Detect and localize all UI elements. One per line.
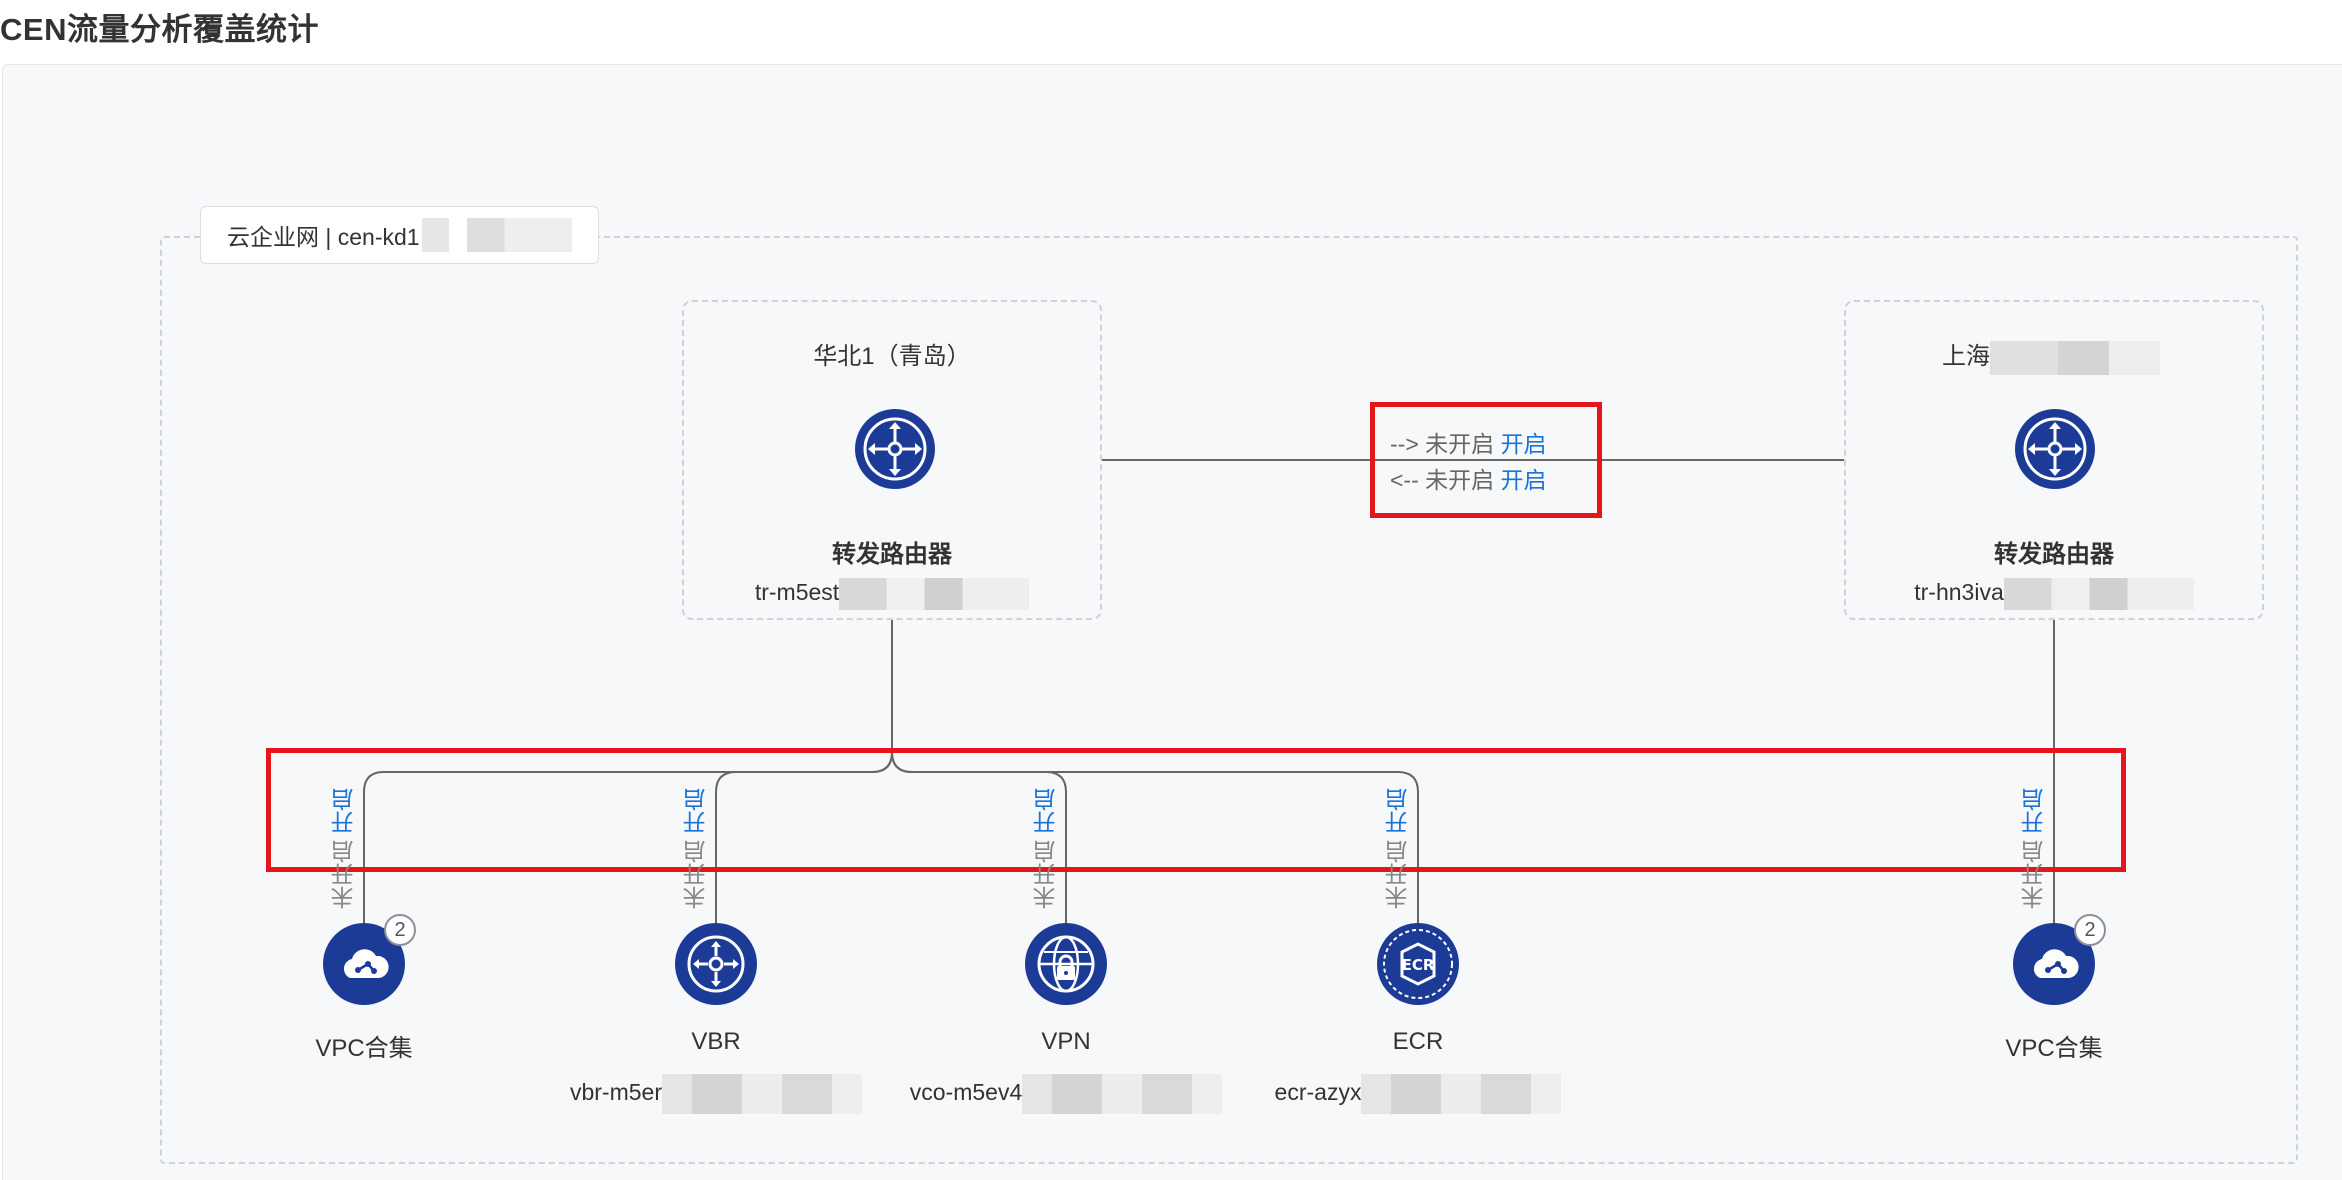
- region-card-shanghai[interactable]: 上海 转发路由器 tr-hn3iva: [1844, 300, 2264, 620]
- redacted-mask: [662, 1074, 862, 1114]
- attachment-node-vpc-1[interactable]: 2 VPC合集: [194, 914, 534, 1063]
- router-icon: [674, 922, 758, 1006]
- router-id: tr-m5est: [684, 578, 1100, 610]
- attachment-status-vpc-1: 未开启 开启: [331, 788, 361, 909]
- attachment-id-text: ecr-azyx: [1274, 1079, 1362, 1106]
- region-name: 华北1（青岛）: [813, 343, 971, 370]
- svg-text:ECR: ECR: [1402, 956, 1435, 974]
- cloud-network-icon: 2: [2012, 914, 2106, 1006]
- enable-ecr-link[interactable]: 开启: [1385, 788, 1411, 834]
- attachment-node-vpn[interactable]: VPN vco-m5ev4: [896, 922, 1236, 1114]
- ecr-icon: ECR: [1376, 922, 1460, 1006]
- router-type: 转发路由器: [1994, 541, 2114, 568]
- region-name-text: 上海: [1942, 343, 1990, 370]
- vpc-count-badge: 2: [2074, 914, 2106, 946]
- region-name: 上海: [1942, 336, 2342, 375]
- attachment-status-vpc-2: 未开启 开启: [2021, 788, 2051, 909]
- vpc-count-badge: 2: [384, 914, 416, 946]
- attachment-type: VPC合集: [315, 1035, 413, 1062]
- highlight-box-attachments: [266, 748, 2126, 872]
- status-text: 未开启: [1385, 840, 1411, 910]
- attachment-node-vpc-2[interactable]: 2 VPC合集: [1884, 914, 2224, 1063]
- redacted-mask: [2003, 578, 2194, 610]
- enable-vbr-link[interactable]: 开启: [683, 788, 709, 834]
- attachment-type: ECR: [1392, 1028, 1444, 1055]
- status-text: 未开启: [2021, 840, 2047, 910]
- attachment-status-ecr: 未开启 开启: [1385, 788, 1415, 909]
- status-text: 未开启: [331, 840, 357, 910]
- attachment-id-text: vbr-m5er: [569, 1079, 662, 1106]
- attachment-status-vpn: 未开启 开启: [1033, 788, 1063, 909]
- attachment-type: VBR: [691, 1028, 741, 1055]
- attachment-type: VPC合集: [2005, 1035, 2103, 1062]
- status-text: 未开启: [683, 840, 709, 910]
- status-text: 未开启: [1033, 840, 1059, 910]
- redacted-mask: [1361, 1074, 1562, 1114]
- router-type: 转发路由器: [832, 541, 952, 568]
- attachment-id: vco-m5ev4: [896, 1074, 1236, 1114]
- enable-vpc-1-link[interactable]: 开启: [331, 788, 357, 834]
- transit-router-icon: [2015, 409, 2095, 489]
- redacted-mask: [839, 578, 1030, 610]
- attachment-id-text: vco-m5ev4: [909, 1079, 1023, 1106]
- attachment-type: VPN: [1041, 1028, 1091, 1055]
- redacted-mask: [1022, 1074, 1223, 1114]
- enable-vpn-link[interactable]: 开启: [1033, 788, 1059, 834]
- attachment-id: ecr-azyx: [1248, 1074, 1588, 1114]
- transit-router-icon: [855, 409, 935, 489]
- enable-vpc-2-link[interactable]: 开启: [2021, 788, 2047, 834]
- router-id-text: tr-m5est: [754, 579, 840, 606]
- redacted-mask: [1990, 340, 2160, 375]
- attachment-id: vbr-m5er: [546, 1074, 886, 1114]
- attachment-node-ecr[interactable]: ECR ECR ecr-azyx: [1248, 922, 1588, 1114]
- router-id: tr-hn3iva: [1846, 578, 2262, 610]
- globe-lock-icon: [1024, 922, 1108, 1006]
- highlight-box-peer: [1370, 402, 1602, 518]
- cloud-network-icon: 2: [322, 914, 416, 1006]
- router-id-text: tr-hn3iva: [1914, 579, 2004, 606]
- region-card-qingdao[interactable]: 华北1（青岛） 转发路由器 tr-m5est: [682, 300, 1102, 620]
- attachment-status-vbr: 未开启 开启: [683, 788, 713, 909]
- attachment-node-vbr[interactable]: VBR vbr-m5er: [546, 922, 886, 1114]
